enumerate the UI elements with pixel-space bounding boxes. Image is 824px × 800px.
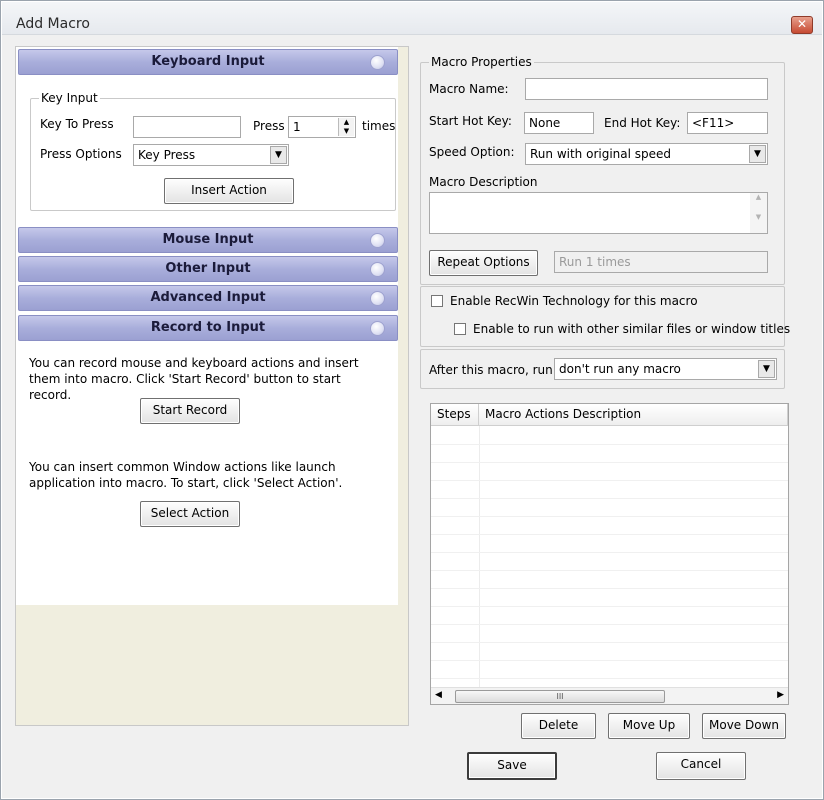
scroll-left-icon[interactable]: ◀ — [435, 690, 442, 700]
key-to-press-label: Key To Press — [40, 117, 114, 131]
section-record-to-input[interactable]: Record to Input — [18, 315, 398, 341]
description-scrollbar[interactable]: ▲ ▼ — [750, 193, 767, 233]
macro-steps-table[interactable]: Steps Macro Actions Description ◀ III ▶ — [430, 403, 789, 705]
section-other-input-label: Other Input — [165, 261, 251, 276]
dropdown-arrow-icon[interactable]: ▼ — [758, 360, 775, 378]
select-action-description: You can insert common Window actions lik… — [29, 460, 343, 490]
press-count-stepper[interactable]: 1 ▲ ▼ — [288, 116, 356, 138]
spin-down-icon[interactable]: ▼ — [339, 127, 354, 136]
scroll-down-icon[interactable]: ▼ — [750, 213, 767, 221]
move-down-button[interactable]: Move Down — [702, 713, 786, 739]
section-mouse-input-label: Mouse Input — [162, 232, 254, 247]
column-header-description[interactable]: Macro Actions Description — [479, 404, 788, 426]
expand-icon[interactable] — [370, 233, 385, 248]
press-options-label: Press Options — [40, 147, 122, 161]
key-to-press-input[interactable] — [133, 116, 241, 138]
input-panel: Keyboard Input Key Input Key To Press Pr… — [15, 46, 409, 726]
row-divider — [431, 444, 788, 445]
speed-option-label: Speed Option: — [429, 145, 515, 159]
recwin-checkbox[interactable] — [431, 295, 443, 307]
expand-icon[interactable] — [370, 262, 385, 277]
press-count-value: 1 — [293, 120, 301, 134]
section-advanced-input[interactable]: Advanced Input — [18, 285, 398, 311]
press-label: Press — [253, 119, 285, 133]
row-divider — [431, 660, 788, 661]
section-other-input[interactable]: Other Input — [18, 256, 398, 282]
row-divider — [431, 516, 788, 517]
recwin-label: Enable RecWin Technology for this macro — [450, 294, 698, 308]
after-macro-select[interactable]: don't run any macro ▼ — [554, 358, 777, 380]
row-divider — [431, 552, 788, 553]
section-keyboard-input-label: Keyboard Input — [151, 54, 265, 69]
row-divider — [431, 480, 788, 481]
dropdown-arrow-icon[interactable]: ▼ — [270, 146, 287, 164]
row-divider — [431, 498, 788, 499]
select-action-button[interactable]: Select Action — [140, 501, 240, 527]
scroll-right-icon[interactable]: ▶ — [777, 690, 784, 700]
after-macro-label: After this macro, run — [429, 363, 553, 377]
row-divider — [431, 462, 788, 463]
add-macro-dialog: Add Macro ✕ Keyboard Input Key Input Key… — [0, 0, 824, 800]
close-icon: ✕ — [796, 17, 808, 31]
section-mouse-input[interactable]: Mouse Input — [18, 227, 398, 253]
repeat-options-button[interactable]: Repeat Options — [429, 250, 538, 276]
section-record-to-input-label: Record to Input — [150, 320, 266, 335]
end-hotkey-label: End Hot Key: — [604, 116, 681, 130]
row-divider — [431, 570, 788, 571]
row-divider — [431, 624, 788, 625]
macro-description-label: Macro Description — [429, 175, 538, 189]
close-button[interactable]: ✕ — [791, 16, 813, 34]
spin-up-icon[interactable]: ▲ — [339, 118, 354, 127]
save-button[interactable]: Save — [467, 752, 557, 780]
start-record-button[interactable]: Start Record — [140, 398, 240, 424]
press-options-select[interactable]: Key Press ▼ — [133, 144, 289, 166]
record-description: You can record mouse and keyboard action… — [29, 356, 359, 402]
similar-windows-label: Enable to run with other similar files o… — [473, 322, 791, 336]
row-divider — [431, 606, 788, 607]
macro-name-label: Macro Name: — [429, 82, 509, 96]
column-divider — [479, 426, 480, 688]
end-hotkey-input[interactable]: <F11> — [687, 112, 768, 134]
row-divider — [431, 534, 788, 535]
cancel-button[interactable]: Cancel — [656, 752, 746, 780]
section-advanced-input-label: Advanced Input — [150, 290, 266, 305]
dropdown-arrow-icon[interactable]: ▼ — [749, 145, 766, 163]
expand-icon[interactable] — [370, 321, 385, 336]
spin-buttons[interactable]: ▲ ▼ — [338, 118, 354, 136]
speed-option-value: Run with original speed — [530, 147, 672, 161]
macro-description-textarea[interactable] — [429, 192, 768, 234]
row-divider — [431, 642, 788, 643]
column-header-steps[interactable]: Steps — [431, 404, 479, 426]
expand-icon[interactable] — [370, 55, 385, 70]
delete-button[interactable]: Delete — [521, 713, 596, 739]
expand-icon[interactable] — [370, 291, 385, 306]
row-divider — [431, 588, 788, 589]
macro-name-input[interactable] — [525, 78, 768, 100]
section-keyboard-input[interactable]: Keyboard Input — [18, 49, 398, 75]
horizontal-scrollbar[interactable]: ◀ III ▶ — [431, 687, 788, 704]
times-label: times — [362, 119, 396, 133]
row-divider — [431, 678, 788, 679]
speed-option-select[interactable]: Run with original speed ▼ — [525, 143, 768, 165]
scrollbar-thumb[interactable]: III — [455, 690, 665, 703]
macro-properties-legend: Macro Properties — [429, 55, 534, 69]
insert-action-button[interactable]: Insert Action — [164, 178, 294, 204]
repeat-summary-field: Run 1 times — [554, 251, 768, 273]
start-hotkey-label: Start Hot Key: — [429, 114, 512, 128]
start-hotkey-input[interactable]: None — [524, 112, 594, 134]
press-options-value: Key Press — [138, 148, 196, 162]
window-title: Add Macro — [16, 16, 90, 32]
move-up-button[interactable]: Move Up — [608, 713, 690, 739]
key-input-legend: Key Input — [39, 91, 100, 105]
scroll-up-icon[interactable]: ▲ — [750, 193, 767, 201]
after-macro-value: don't run any macro — [559, 362, 681, 376]
title-bar: Add Macro ✕ — [2, 2, 822, 35]
similar-windows-checkbox[interactable] — [454, 323, 466, 335]
